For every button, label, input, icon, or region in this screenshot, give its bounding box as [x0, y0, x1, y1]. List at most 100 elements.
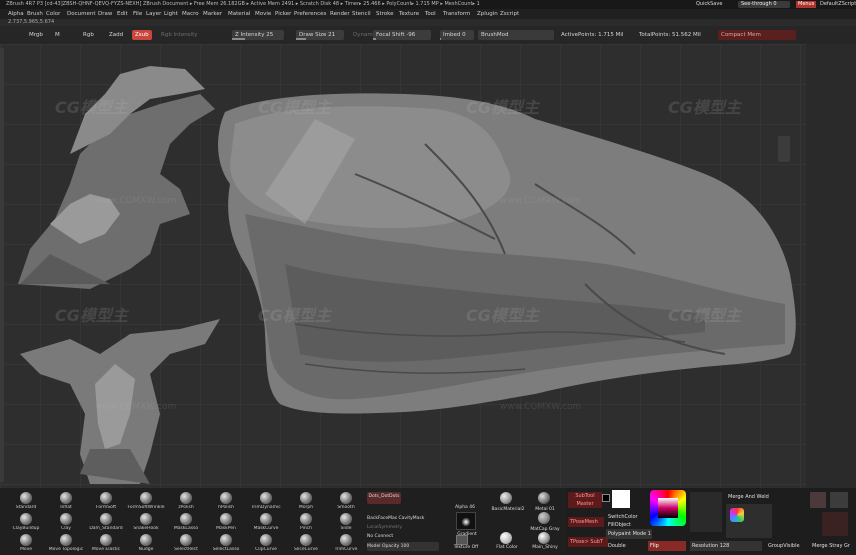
double-toggle[interactable]: Double — [606, 541, 628, 551]
zadd-button[interactable]: Zadd — [106, 30, 126, 40]
menu-preferences[interactable]: Preferences — [294, 9, 326, 19]
brush-smooth[interactable]: Smooth — [324, 490, 368, 512]
brush-formsoftwrinkle[interactable]: FormSoftWrinkle — [124, 490, 168, 512]
brush-nudge[interactable]: Nudge — [124, 532, 168, 554]
zsub-button[interactable]: Zsub — [132, 30, 152, 40]
brushmod-slider[interactable]: BrushMod — [478, 30, 554, 40]
flip-button[interactable]: Flip — [648, 541, 686, 551]
menu-light[interactable]: Light — [164, 9, 178, 19]
subtool-thumbnail[interactable] — [810, 492, 826, 508]
menu-zscript[interactable]: Zscript — [500, 9, 519, 19]
backface-cavity-mask[interactable]: BackFaceMas CavityMask — [367, 514, 443, 523]
menu-movie[interactable]: Movie — [255, 9, 271, 19]
brush-move-elastic[interactable]: Move Elastic — [84, 532, 128, 554]
brush-morph[interactable]: Morph — [284, 490, 328, 512]
menu-stroke[interactable]: Stroke — [376, 9, 394, 19]
rock-sculpt-mesh[interactable] — [205, 64, 805, 484]
menu-macro[interactable]: Macro — [182, 9, 199, 19]
canvas-viewport[interactable]: CG模型主 CG模型主 CG模型主 CG模型主 CG模型主 CG模型主 CG模型… — [0, 44, 856, 488]
secondary-color-swatch[interactable] — [602, 494, 610, 502]
tpose-mesh-button[interactable]: TPoseMesh — [568, 517, 604, 527]
watermark-logo: CG模型主 — [668, 98, 741, 117]
rgb-button[interactable]: Rgb — [80, 30, 97, 40]
brush-trimdynamic[interactable]: TrimDynamic — [244, 490, 288, 512]
z-intensity-slider[interactable]: Z Intensity 25 — [232, 30, 284, 40]
brush-slicecurve[interactable]: SliceCurve — [284, 532, 328, 554]
menu-alpha[interactable]: Alpha — [8, 9, 24, 19]
brush-maskpen[interactable]: MaskPen — [204, 511, 248, 533]
brush-hpolish[interactable]: hPolish — [204, 490, 248, 512]
brush-dam-standard[interactable]: Dam_Standard — [84, 511, 128, 533]
stroke-dots-button[interactable]: Dots_DotDots — [367, 492, 401, 504]
brush-inflat[interactable]: Inflat — [44, 490, 88, 512]
menu-color[interactable]: Color — [46, 9, 60, 19]
brush-sphere-icon — [300, 534, 312, 546]
m-button[interactable]: M — [52, 30, 63, 40]
menu-zplugin[interactable]: Zplugin — [477, 9, 498, 19]
focal-shift-slider[interactable]: Focal Shift -96 — [373, 30, 431, 40]
menu-document[interactable]: Document — [67, 9, 96, 19]
main-color-swatch[interactable] — [612, 490, 630, 508]
quicksave-button[interactable]: QuickSave — [696, 0, 722, 9]
brush-zpolish[interactable]: zPolish — [164, 490, 208, 512]
color-picker-wheel[interactable] — [650, 490, 686, 526]
brush-clay[interactable]: Clay — [44, 511, 88, 533]
no-connect-toggle[interactable]: No Connect — [367, 532, 417, 541]
brush-move[interactable]: Move — [4, 532, 48, 554]
compact-mem-button[interactable]: Compact Mem — [718, 30, 796, 40]
brush-selectlasso[interactable]: SelectLasso — [204, 532, 248, 554]
plugin-panel — [690, 492, 722, 532]
rgb-intensity-slider[interactable]: Rgb Intensity — [158, 30, 201, 40]
texture-off-button[interactable]: Texture Off — [446, 543, 486, 552]
merge-and-weld-button[interactable]: Merge And Weld — [726, 492, 771, 502]
menu-texture[interactable]: Texture — [399, 9, 419, 19]
metal-material-icon[interactable] — [538, 492, 550, 504]
brush-formsoft[interactable]: FormSoft — [84, 490, 128, 512]
menus-toggle[interactable]: Menus — [796, 1, 817, 8]
menu-transform[interactable]: Transform — [443, 9, 470, 19]
menu-render[interactable]: Render — [330, 9, 350, 19]
tpose-subt-button[interactable]: TPose> SubT — [568, 537, 608, 547]
resolution-slider[interactable]: Resolution 128 — [690, 541, 762, 551]
menu-brush[interactable]: Brush — [27, 9, 43, 19]
brush-sphere-icon — [180, 492, 192, 504]
basic-material-icon[interactable] — [500, 492, 512, 504]
default-zscript-button[interactable]: DefaultZScript — [820, 0, 856, 9]
subtool-thumbnail[interactable] — [830, 492, 848, 508]
alpha-preview[interactable] — [456, 512, 476, 530]
matcap-gray-icon[interactable] — [538, 512, 550, 524]
model-opacity-slider[interactable]: Model Opacity 100 — [367, 542, 439, 551]
menu-file[interactable]: File — [133, 9, 142, 19]
subtool-master-button[interactable]: SubTool Master — [568, 492, 602, 508]
menu-stencil[interactable]: Stencil — [352, 9, 371, 19]
local-symmetry-toggle[interactable]: LocalSymmetry — [367, 523, 427, 532]
menu-marker[interactable]: Marker — [203, 9, 222, 19]
brush-claybuildup[interactable]: ClayBuildup — [4, 511, 48, 533]
color-picker-square[interactable] — [658, 498, 678, 518]
brush-pinch[interactable]: Pinch — [284, 511, 328, 533]
brush-trimcurve[interactable]: TrimCurve — [324, 532, 368, 554]
menu-tool[interactable]: Tool — [425, 9, 436, 19]
brush-move-topologic[interactable]: Move Topologic — [44, 532, 88, 554]
menu-edit[interactable]: Edit — [117, 9, 128, 19]
subtool-thumbnail-large[interactable] — [822, 512, 848, 536]
brush-clipcurve[interactable]: ClipCurve — [244, 532, 288, 554]
group-visible-button[interactable]: GroupVisible — [766, 541, 802, 551]
draw-size-slider[interactable]: Draw Size 21 — [296, 30, 344, 40]
merge-stray-button[interactable]: Merge Stray Gr — [810, 541, 852, 551]
see-through-slider[interactable]: See-through 0 — [738, 1, 790, 8]
imbed-slider[interactable]: Imbed 0 — [440, 30, 474, 40]
menu-draw[interactable]: Draw — [98, 9, 112, 19]
watermark-logo: CG模型主 — [55, 98, 128, 117]
brush-selectrect[interactable]: SelectRect — [164, 532, 208, 554]
menu-material[interactable]: Material — [228, 9, 250, 19]
brush-slide[interactable]: Slide — [324, 511, 368, 533]
brush-masklasso[interactable]: MaskLasso — [164, 511, 208, 533]
menu-layer[interactable]: Layer — [146, 9, 161, 19]
mrgb-button[interactable]: Mrgb — [26, 30, 46, 40]
brush-standard[interactable]: Standard — [4, 490, 48, 512]
polypaint-mode-slider[interactable]: Polypaint Mode 1 — [606, 529, 652, 539]
brush-maskcurve[interactable]: MaskCurve — [244, 511, 288, 533]
menu-picker[interactable]: Picker — [275, 9, 291, 19]
brush-snakehook[interactable]: SnakeHook — [124, 511, 168, 533]
